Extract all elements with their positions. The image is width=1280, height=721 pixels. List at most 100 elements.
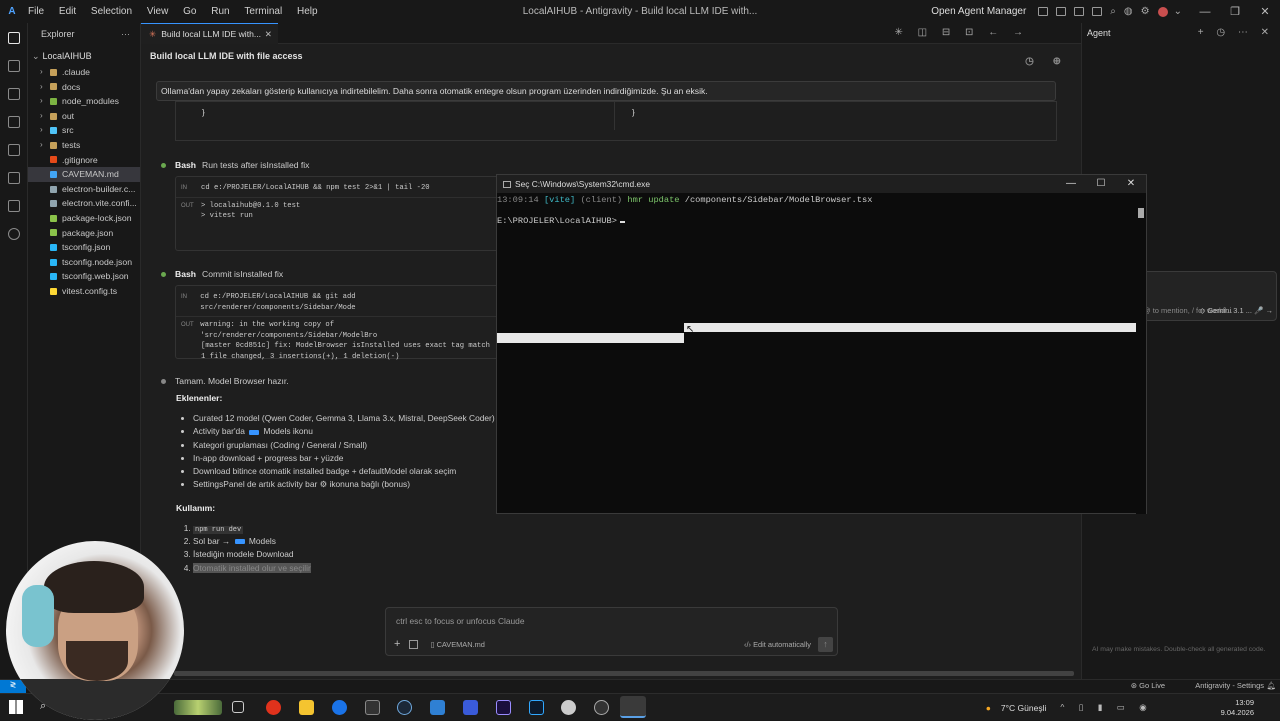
cmd-maximize-button[interactable]: ☐: [1086, 175, 1116, 193]
task-view-icon[interactable]: [232, 701, 244, 713]
premiere-icon[interactable]: [496, 700, 511, 715]
tree-file[interactable]: package-lock.json: [28, 211, 140, 226]
tree-file[interactable]: electron-builder.c...: [28, 182, 140, 197]
tray-icons[interactable]: ^ ▯ ▮ ▭ ◉: [1060, 702, 1152, 713]
minimize-button[interactable]: —: [1190, 6, 1220, 18]
clock[interactable]: 13:09 9.04.2026: [1221, 698, 1254, 718]
secondary-sidebar-icon[interactable]: [1092, 7, 1103, 16]
search-icon[interactable]: ⌕: [1110, 6, 1116, 17]
conversation-title: Build local LLM IDE with file access ◷ ⊕: [141, 44, 1081, 68]
menu-help[interactable]: Help: [297, 6, 318, 17]
obs-icon[interactable]: [594, 700, 609, 715]
search-view-icon[interactable]: [7, 60, 20, 72]
usage-list: npm run dev Sol bar → Models İstediğin m…: [193, 522, 521, 575]
browser-icon[interactable]: [332, 700, 347, 715]
agent-actions[interactable]: + ◷ ⋯ ✕: [1198, 27, 1274, 38]
gear-icon[interactable]: ⚙: [1141, 6, 1150, 17]
testing-icon[interactable]: [7, 200, 20, 212]
tree-file[interactable]: package.json: [28, 226, 140, 241]
tree-item-label: .gitignore: [62, 154, 98, 165]
menu-go[interactable]: Go: [183, 6, 196, 17]
file-icon: [50, 243, 57, 251]
globe-icon[interactable]: ◍: [1124, 6, 1133, 17]
windows-taskbar: ⌕ ● 7°C Güneşli ^ ▯ ▮ ▭ ◉ 13:099.04.2026: [0, 693, 1280, 720]
tree-item-label: tsconfig.node.json: [62, 256, 133, 267]
bell-icon[interactable]: 🔔︎: [1266, 681, 1276, 690]
cmd-taskbar-icon[interactable]: [620, 696, 646, 718]
panel-toggle-icon[interactable]: [1074, 7, 1085, 16]
layout-icon[interactable]: [1038, 7, 1049, 16]
file-explorer-icon[interactable]: [299, 700, 314, 715]
widget-icon[interactable]: [174, 700, 222, 715]
tree-file[interactable]: vitest.config.ts: [28, 284, 140, 299]
tree-file[interactable]: CAVEMAN.md: [28, 167, 140, 182]
close-window-button[interactable]: ✕: [1250, 5, 1280, 18]
vscode-icon[interactable]: [430, 700, 445, 715]
opera-icon[interactable]: [266, 700, 281, 715]
menu-file[interactable]: File: [28, 6, 44, 17]
menu-view[interactable]: View: [147, 6, 169, 17]
menu-run[interactable]: Run: [211, 6, 229, 17]
tree-folder[interactable]: › tests: [28, 138, 140, 153]
steam-icon[interactable]: [397, 700, 412, 715]
model-selector[interactable]: ◇ Gemini 3.1 ... 🎤 →: [1200, 306, 1273, 315]
tree-file[interactable]: tsconfig.web.json: [28, 269, 140, 284]
menu-terminal[interactable]: Terminal: [244, 6, 282, 17]
attached-file-chip[interactable]: ▯ CAVEMAN.md: [430, 640, 484, 649]
file-icon: [50, 156, 57, 164]
horizontal-scrollbar[interactable]: [28, 670, 1081, 677]
remote-explorer-icon[interactable]: [7, 144, 20, 156]
chevron-right-icon: ›: [40, 96, 43, 106]
edit-mode-button[interactable]: ‹/› Edit automatically: [744, 640, 811, 649]
agent-input[interactable]: @ to mention, / for workfl... ◇ Gemini 3…: [1137, 271, 1277, 321]
editor-actions[interactable]: ✳ ◫ ⊟ ⊡ ← →: [895, 27, 1029, 38]
agent-disclaimer: AI may make mistakes. Double-check all g…: [1092, 646, 1266, 653]
restore-button[interactable]: ❐: [1220, 5, 1250, 18]
chevron-down-icon[interactable]: ⌄: [1174, 6, 1182, 17]
antigravity-icon[interactable]: [463, 700, 478, 715]
tab-conversation[interactable]: ✳ Build local LLM IDE with... ✕: [141, 23, 278, 44]
tree-folder[interactable]: › docs: [28, 80, 140, 95]
chat-input[interactable]: ctrl esc to focus or unfocus Claude + ▯ …: [385, 607, 838, 656]
tree-folder[interactable]: › node_modules: [28, 94, 140, 109]
run-debug-icon[interactable]: [7, 116, 20, 128]
claude-icon[interactable]: [7, 228, 20, 240]
slash-command-icon[interactable]: [409, 639, 419, 649]
source-control-icon[interactable]: [7, 88, 20, 100]
menu-edit[interactable]: Edit: [59, 6, 76, 17]
go-live-button[interactable]: ⊛ Go Live: [1131, 681, 1165, 690]
file-icon: [50, 229, 57, 237]
antigravity-settings[interactable]: Antigravity - Settings: [1195, 681, 1264, 690]
send-button[interactable]: ↑: [818, 636, 833, 652]
tree-file[interactable]: electron.vite.confi...: [28, 196, 140, 211]
explorer-icon[interactable]: [7, 32, 20, 44]
tree-file[interactable]: .gitignore: [28, 153, 140, 168]
tree-folder[interactable]: › .claude: [28, 65, 140, 80]
menu-selection[interactable]: Selection: [91, 6, 132, 17]
tree-folder[interactable]: › src: [28, 123, 140, 138]
tree-item-label: .claude: [62, 67, 91, 77]
account-icon[interactable]: [1157, 6, 1168, 17]
chat-input-placeholder[interactable]: ctrl esc to focus or unfocus Claude: [396, 616, 524, 626]
cmd-minimize-button[interactable]: —: [1056, 175, 1086, 193]
tree-file[interactable]: tsconfig.node.json: [28, 255, 140, 270]
workspace-root[interactable]: ⌄ LocalAIHUB: [28, 47, 140, 65]
open-agent-manager-button[interactable]: Open Agent Manager: [931, 6, 1026, 17]
sidebar-toggle-icon[interactable]: [1056, 7, 1067, 16]
cmd-close-button[interactable]: ✕: [1116, 175, 1146, 193]
weather-text[interactable]: 7°C Güneşli: [1001, 703, 1046, 713]
close-tab-icon[interactable]: ✕: [265, 29, 272, 40]
history-icon[interactable]: ◷ ⊕: [1025, 50, 1069, 74]
app-icon[interactable]: [561, 700, 576, 715]
photoshop-icon[interactable]: [529, 700, 544, 715]
cmd-titlebar[interactable]: Seç C:\Windows\System32\cmd.exe — ☐ ✕: [497, 175, 1146, 193]
add-context-icon[interactable]: +: [394, 638, 400, 650]
extensions-icon[interactable]: [7, 172, 20, 184]
more-actions-icon[interactable]: ···: [121, 23, 130, 45]
epic-games-icon[interactable]: [365, 700, 380, 715]
tree-folder[interactable]: › out: [28, 109, 140, 124]
folder-icon: [50, 97, 57, 105]
cmd-scrollbar[interactable]: [1136, 193, 1146, 514]
tree-file[interactable]: tsconfig.json: [28, 240, 140, 255]
cmd-line-hmr: 13:09:14 [vite] (client) hmr update /com…: [497, 195, 873, 205]
